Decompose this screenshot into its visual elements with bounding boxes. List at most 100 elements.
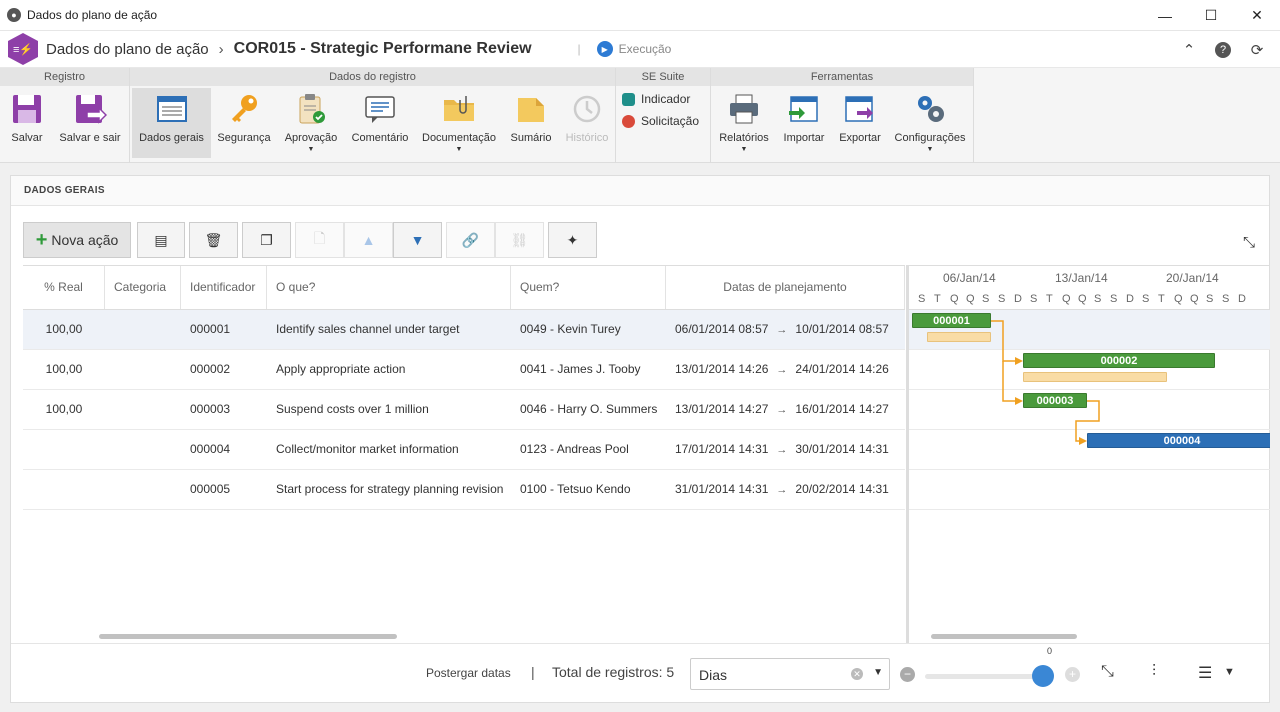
cell-what: Identify sales channel under target [276, 322, 460, 336]
table-row[interactable]: 000005 Start process for strategy planni… [23, 470, 905, 510]
collapse-header-icon[interactable]: ⌃ [1172, 41, 1206, 59]
request-button[interactable]: Solicitação [622, 111, 699, 131]
refresh-icon[interactable]: ⟳ [1240, 41, 1274, 59]
col-what[interactable]: O que? [267, 266, 511, 309]
reports-dropdown-icon: ▼ [740, 146, 748, 153]
postpone-dates-link[interactable]: Postergar datas [426, 666, 511, 680]
copy-button[interactable]: ❐ [242, 222, 291, 258]
gantt-week-label: 13/Jan/14 [1055, 271, 1108, 285]
approval-button[interactable]: Aprovação ▼ [280, 88, 342, 158]
save-button[interactable]: Salvar [6, 88, 48, 158]
delete-button[interactable]: 🗑 [189, 222, 238, 258]
start-date: 31/01/2014 14:31 [675, 482, 769, 496]
unlink-button[interactable]: ⛓ [495, 222, 544, 258]
arrow-down-icon: ▼ [410, 232, 425, 248]
collapse-panel-icon[interactable]: ⤡ [1243, 234, 1255, 251]
highlight-button[interactable]: ✦ [548, 222, 597, 258]
sparkle-window-icon: ✦ [566, 231, 579, 248]
minimize-button[interactable]: — [1142, 0, 1188, 31]
table-row[interactable]: 100,00 000003 Suspend costs over 1 milli… [23, 390, 905, 430]
col-who[interactable]: Quem? [511, 266, 666, 309]
reports-button[interactable]: Relatórios ▼ [715, 88, 773, 158]
gantt-day-label: Q [1174, 293, 1183, 305]
table-row[interactable]: 100,00 000001 Identify sales channel und… [23, 310, 905, 350]
cell-dates: 31/01/2014 14:31 → 20/02/2014 14:31 [666, 470, 905, 509]
grid-horizontal-scrollbar[interactable] [99, 634, 397, 639]
gantt-dependency-links [991, 320, 1100, 445]
link-button[interactable]: 🔗 [446, 222, 495, 258]
gantt-day-label: S [918, 293, 926, 305]
collapse-all-icon[interactable]: ⤡ [1101, 663, 1114, 681]
zoom-in-icon[interactable]: + [1065, 667, 1080, 682]
cell-dates: 13/01/2014 14:27 → 16/01/2014 14:27 [666, 390, 905, 429]
cell-category [105, 310, 181, 349]
table-row[interactable]: 000004 Collect/monitor market informatio… [23, 430, 905, 470]
list-options-icon[interactable]: ☰ [1198, 663, 1212, 683]
help-icon[interactable]: ? [1215, 41, 1231, 58]
export-icon [843, 92, 877, 126]
gantt-day-label: D [1014, 293, 1022, 305]
clear-icon[interactable]: ✕ [851, 668, 863, 680]
export-button[interactable]: Exportar [835, 88, 885, 158]
start-date: 17/01/2014 14:31 [675, 442, 769, 456]
col-planning-dates[interactable]: Datas de planejamento [666, 266, 905, 309]
import-button[interactable]: Importar [779, 88, 829, 158]
settings-button[interactable]: Configurações ▼ [891, 88, 969, 158]
document-settings-button[interactable]: 🗋 [295, 222, 344, 258]
request-label: Solicitação [641, 114, 700, 128]
breadcrumb-section[interactable]: Dados do plano de ação [46, 41, 209, 58]
comment-button[interactable]: Comentário [348, 88, 412, 158]
move-up-button[interactable]: ▲ [344, 222, 393, 258]
zoom-slider-thumb[interactable] [1032, 665, 1054, 687]
execution-status-icon: ▶ [596, 41, 613, 57]
gantt-week-label: 06/Jan/14 [943, 271, 996, 285]
gantt-day-label: T [1158, 293, 1165, 305]
zoom-out-icon[interactable]: − [900, 667, 915, 682]
action-grid: % Real Categoria Identificador O que? Qu… [23, 265, 905, 643]
arrow-right-icon: → [776, 364, 788, 376]
cell-identifier: 000002 [190, 362, 231, 376]
zoom-slider-track[interactable] [925, 674, 1045, 679]
gantt-day-label: S [1206, 293, 1214, 305]
indicator-button[interactable]: Indicador [622, 89, 690, 109]
close-window-button[interactable]: ✕ [1234, 0, 1280, 31]
time-scale-value: Dias [699, 667, 728, 683]
summary-button[interactable]: Sumário [506, 88, 556, 158]
edit-details-button[interactable]: ▤ [137, 222, 185, 258]
key-icon [227, 92, 261, 126]
history-button[interactable]: Histórico [562, 88, 612, 158]
col-category[interactable]: Categoria [105, 266, 181, 309]
col-real[interactable]: % Real [23, 266, 105, 309]
align-center-icon[interactable]: ⫶ [1152, 663, 1156, 681]
general-data-button[interactable]: Dados gerais [132, 88, 211, 158]
cell-what: Apply appropriate action [276, 362, 406, 376]
cell-what: Suspend costs over 1 million [276, 402, 429, 416]
grid-header: % Real Categoria Identificador O que? Qu… [23, 265, 905, 310]
new-action-button[interactable]: + Nova ação [23, 222, 131, 258]
gantt-day-label: S [1110, 293, 1118, 305]
gantt-horizontal-scrollbar[interactable] [931, 634, 1077, 639]
chevron-down-icon[interactable]: ▼ [873, 667, 883, 678]
summary-icon [514, 92, 548, 126]
gantt-day-label: Q [966, 293, 975, 305]
table-row[interactable]: 100,00 000002 Apply appropriate action 0… [23, 350, 905, 390]
save-exit-icon [73, 92, 108, 126]
gantt-day-label: S [1222, 293, 1230, 305]
col-identifier[interactable]: Identificador [181, 266, 267, 309]
dependency-link [991, 320, 1019, 362]
gantt-week-label: 20/Jan/14 [1166, 271, 1219, 285]
ribbon-group-ferramentas: Ferramentas Relatórios ▼ Importar Export… [711, 68, 974, 163]
grid-toolbar: + Nova ação ▤ 🗑 ❐ 🗋 ▲ ▼ 🔗 ⛓ ✦ [23, 222, 597, 258]
comment-icon [363, 92, 397, 126]
settings-dropdown-icon: ▼ [926, 146, 934, 153]
maximize-button[interactable]: ☐ [1188, 0, 1234, 31]
documentation-button[interactable]: Documentação ▼ [420, 88, 498, 158]
list-options-dropdown-icon[interactable]: ▼ [1224, 666, 1235, 678]
document-gear-icon: 🗋 [313, 230, 326, 246]
save-and-exit-button[interactable]: Salvar e sair [56, 88, 124, 158]
time-scale-select[interactable]: Dias ✕ ▼ [690, 658, 890, 690]
save-label: Salvar [11, 132, 43, 144]
dependency-arrowhead [1015, 357, 1023, 365]
security-button[interactable]: Segurança [216, 88, 272, 158]
move-down-button[interactable]: ▼ [393, 222, 442, 258]
